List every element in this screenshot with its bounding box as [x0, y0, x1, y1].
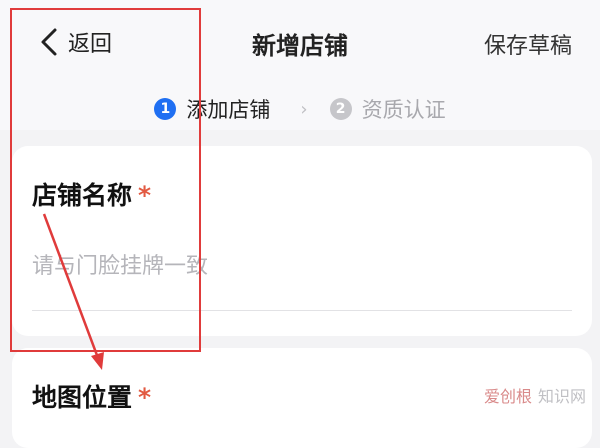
step-qualification: 2 资质认证 [329, 94, 446, 124]
top-nav-bar: 返回 新增店铺 保存草稿 [0, 0, 600, 88]
watermark: 爱创根 知识网 [484, 383, 586, 407]
map-location-label-text: 地图位置 [32, 383, 133, 412]
step-indicator: 1 添加店铺 › 2 资质认证 [0, 88, 600, 130]
step-label-qualification: 资质认证 [361, 98, 446, 122]
store-name-label: 店铺名称 * [32, 176, 151, 212]
chevron-right-icon: › [300, 98, 308, 120]
store-name-input-wrapper [32, 244, 572, 288]
step-number-2: 2 [329, 98, 352, 120]
store-name-input[interactable] [32, 244, 572, 288]
store-name-label-text: 店铺名称 [32, 181, 133, 210]
watermark-part1: 爱创根 [483, 387, 532, 406]
watermark-part2: 知识网 [537, 387, 586, 406]
step-number-1: 1 [154, 98, 177, 120]
map-location-label: 地图位置 * [32, 378, 151, 414]
required-mark: * [138, 383, 152, 412]
save-draft-button[interactable]: 保存草稿 [484, 28, 572, 60]
input-underline [32, 310, 572, 311]
step-label-add-store: 添加店铺 [186, 98, 271, 122]
step-add-store: 1 添加店铺 [154, 94, 270, 124]
required-mark: * [138, 181, 152, 210]
store-name-card: 店铺名称 * [12, 146, 592, 336]
